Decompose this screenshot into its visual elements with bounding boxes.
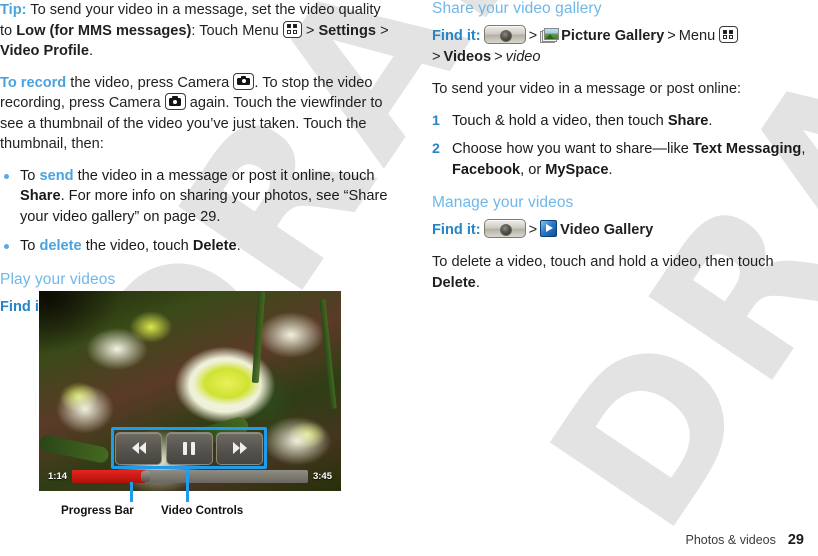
picture-gallery-label: Picture Gallery bbox=[561, 28, 665, 44]
figure-callouts: Progress Bar Video Controls bbox=[39, 504, 341, 522]
findit-label: Find it: bbox=[432, 222, 481, 238]
manage-bold-1: Delete bbox=[432, 274, 476, 291]
manual-page: Tip: To send your video in a message, se… bbox=[0, 0, 818, 556]
section-heading-share-your-video-gallery: Share your video gallery bbox=[432, 0, 602, 17]
progress-fill bbox=[72, 469, 146, 483]
pause-button[interactable] bbox=[165, 431, 213, 465]
home-key-icon bbox=[483, 219, 526, 238]
tip-text-5: . bbox=[88, 43, 94, 59]
fast-forward-button[interactable] bbox=[216, 431, 263, 465]
tip-text-3: > bbox=[301, 22, 319, 39]
camera-key-icon bbox=[164, 93, 186, 110]
step-1-text-3: , or bbox=[520, 161, 546, 178]
video-gallery-icon bbox=[540, 220, 558, 237]
step-0-text-2: . bbox=[708, 112, 713, 129]
manage-text-1: To delete a video, touch and hold a vide… bbox=[432, 254, 774, 270]
step-number: 2 bbox=[432, 141, 440, 157]
home-key-icon bbox=[483, 25, 526, 44]
callout-video-controls: Video Controls bbox=[161, 504, 244, 517]
camera-key-icon bbox=[233, 72, 255, 90]
path-separator: > bbox=[494, 49, 503, 65]
bullet-1-bold-1: Delete bbox=[192, 238, 237, 254]
total-time-label: 3:45 bbox=[312, 470, 332, 482]
path-separator: > bbox=[432, 49, 441, 65]
tip-text-2: : Touch Menu bbox=[191, 22, 283, 39]
record-text-1: the video, press Camera bbox=[66, 74, 234, 91]
callout-progress-bar: Progress Bar bbox=[61, 504, 134, 517]
step-1-bold-3: MySpace bbox=[545, 161, 609, 178]
step-1-bold-2: Facebook bbox=[452, 161, 521, 178]
video-player-screenshot: 1:14 3:45 bbox=[39, 291, 341, 491]
video-player-figure: 1:14 3:45 Progress Bar Video Controls bbox=[39, 291, 341, 517]
record-paragraph: To record the video, press Camera . To s… bbox=[0, 72, 396, 155]
findit-path-manage: Find it: > Video Gallery bbox=[432, 219, 818, 241]
bullet-0-emphasis: send bbox=[39, 167, 74, 184]
footer-chapter-title: Photos & videos bbox=[685, 533, 776, 547]
list-item: To send the video in a message or post i… bbox=[0, 166, 396, 228]
menu-key-icon bbox=[282, 20, 302, 38]
menu-key-icon bbox=[719, 26, 739, 43]
findit-path-share: Find it: > Picture Gallery > Menu > Videos > vi… bbox=[432, 25, 818, 68]
progress-handle[interactable] bbox=[141, 470, 151, 482]
tip-bold-1: Low (for MMS messages) bbox=[16, 22, 192, 39]
list-item: 2 Choose how you want to share—like Text … bbox=[432, 139, 818, 180]
path-separator: > bbox=[667, 28, 676, 44]
path-separator: > bbox=[528, 28, 538, 44]
progress-bar-leader-line bbox=[130, 482, 133, 502]
list-item: 1 Touch & hold a video, then touch Share. bbox=[432, 111, 818, 132]
progress-bar-area: 1:14 3:45 bbox=[39, 467, 341, 485]
current-time-label: 1:14 bbox=[48, 470, 68, 482]
share-steps-list: 1 Touch & hold a video, then touch Share.… bbox=[432, 111, 818, 181]
videos-label: Videos bbox=[443, 49, 492, 65]
fast-forward-icon bbox=[232, 442, 247, 454]
rewind-button[interactable] bbox=[115, 431, 162, 465]
menu-word: Menu bbox=[678, 28, 716, 44]
pause-icon bbox=[183, 441, 195, 455]
list-item: To delete the video, touch Delete. bbox=[0, 236, 396, 257]
bullet-0-text-2: the video in a message or post it online… bbox=[73, 167, 375, 184]
rewind-icon bbox=[131, 442, 146, 454]
tip-bold-3: Video Profile bbox=[0, 43, 89, 59]
findit-label: Find it: bbox=[432, 28, 481, 44]
step-1-text-2: , bbox=[801, 141, 806, 157]
step-1-bold-1: Text Messaging bbox=[692, 141, 802, 157]
share-intro-paragraph: To send your video in a message or post … bbox=[432, 81, 742, 97]
progress-bar[interactable] bbox=[72, 469, 308, 483]
bullet-1-emphasis: delete bbox=[39, 238, 82, 254]
picture-gallery-icon bbox=[540, 28, 560, 43]
tip-bold-2: Settings bbox=[318, 22, 377, 39]
step-number: 1 bbox=[432, 112, 440, 129]
right-column: Share your video gallery Find it: > Pictur… bbox=[432, 0, 818, 304]
video-controls-leader-line bbox=[186, 469, 189, 502]
step-0-bold-1: Share bbox=[667, 112, 709, 129]
record-lead: To record bbox=[0, 74, 67, 91]
step-0-text-1: Touch & hold a video, then touch bbox=[452, 112, 668, 129]
tip-paragraph: Tip: To send your video in a message, se… bbox=[0, 0, 396, 62]
bullet-1-text-1: To bbox=[20, 238, 40, 254]
footer-page-number: 29 bbox=[787, 532, 804, 548]
video-controls-group[interactable] bbox=[115, 431, 263, 465]
tip-lead: Tip: bbox=[0, 2, 27, 18]
video-gallery-label: Video Gallery bbox=[560, 222, 654, 238]
section-heading-play-your-videos: Play your videos bbox=[0, 270, 116, 288]
bullet-1-text-2: the video, touch bbox=[81, 238, 193, 254]
left-column: Tip: To send your video in a message, se… bbox=[0, 0, 396, 329]
tip-text-4: > bbox=[376, 22, 389, 39]
section-heading-manage-your-videos: Manage your videos bbox=[432, 194, 574, 211]
action-bullet-list: To send the video in a message or post i… bbox=[0, 166, 396, 257]
bullet-1-text-3: . bbox=[236, 238, 241, 254]
bullet-0-bold-1: Share bbox=[20, 188, 61, 204]
bullet-0-text-3: . For more info on sharing your photos, … bbox=[20, 188, 388, 225]
bullet-0-text-1: To bbox=[20, 167, 40, 184]
path-separator: > bbox=[528, 222, 538, 238]
manage-text-2: . bbox=[475, 274, 480, 291]
video-placeholder: video bbox=[505, 49, 541, 65]
page-footer: Photos & videos 29 bbox=[686, 532, 804, 548]
step-1-text-1: Choose how you want to share—like bbox=[452, 141, 693, 157]
step-1-text-4: . bbox=[608, 161, 613, 178]
manage-body-paragraph: To delete a video, touch and hold a vide… bbox=[432, 252, 818, 293]
